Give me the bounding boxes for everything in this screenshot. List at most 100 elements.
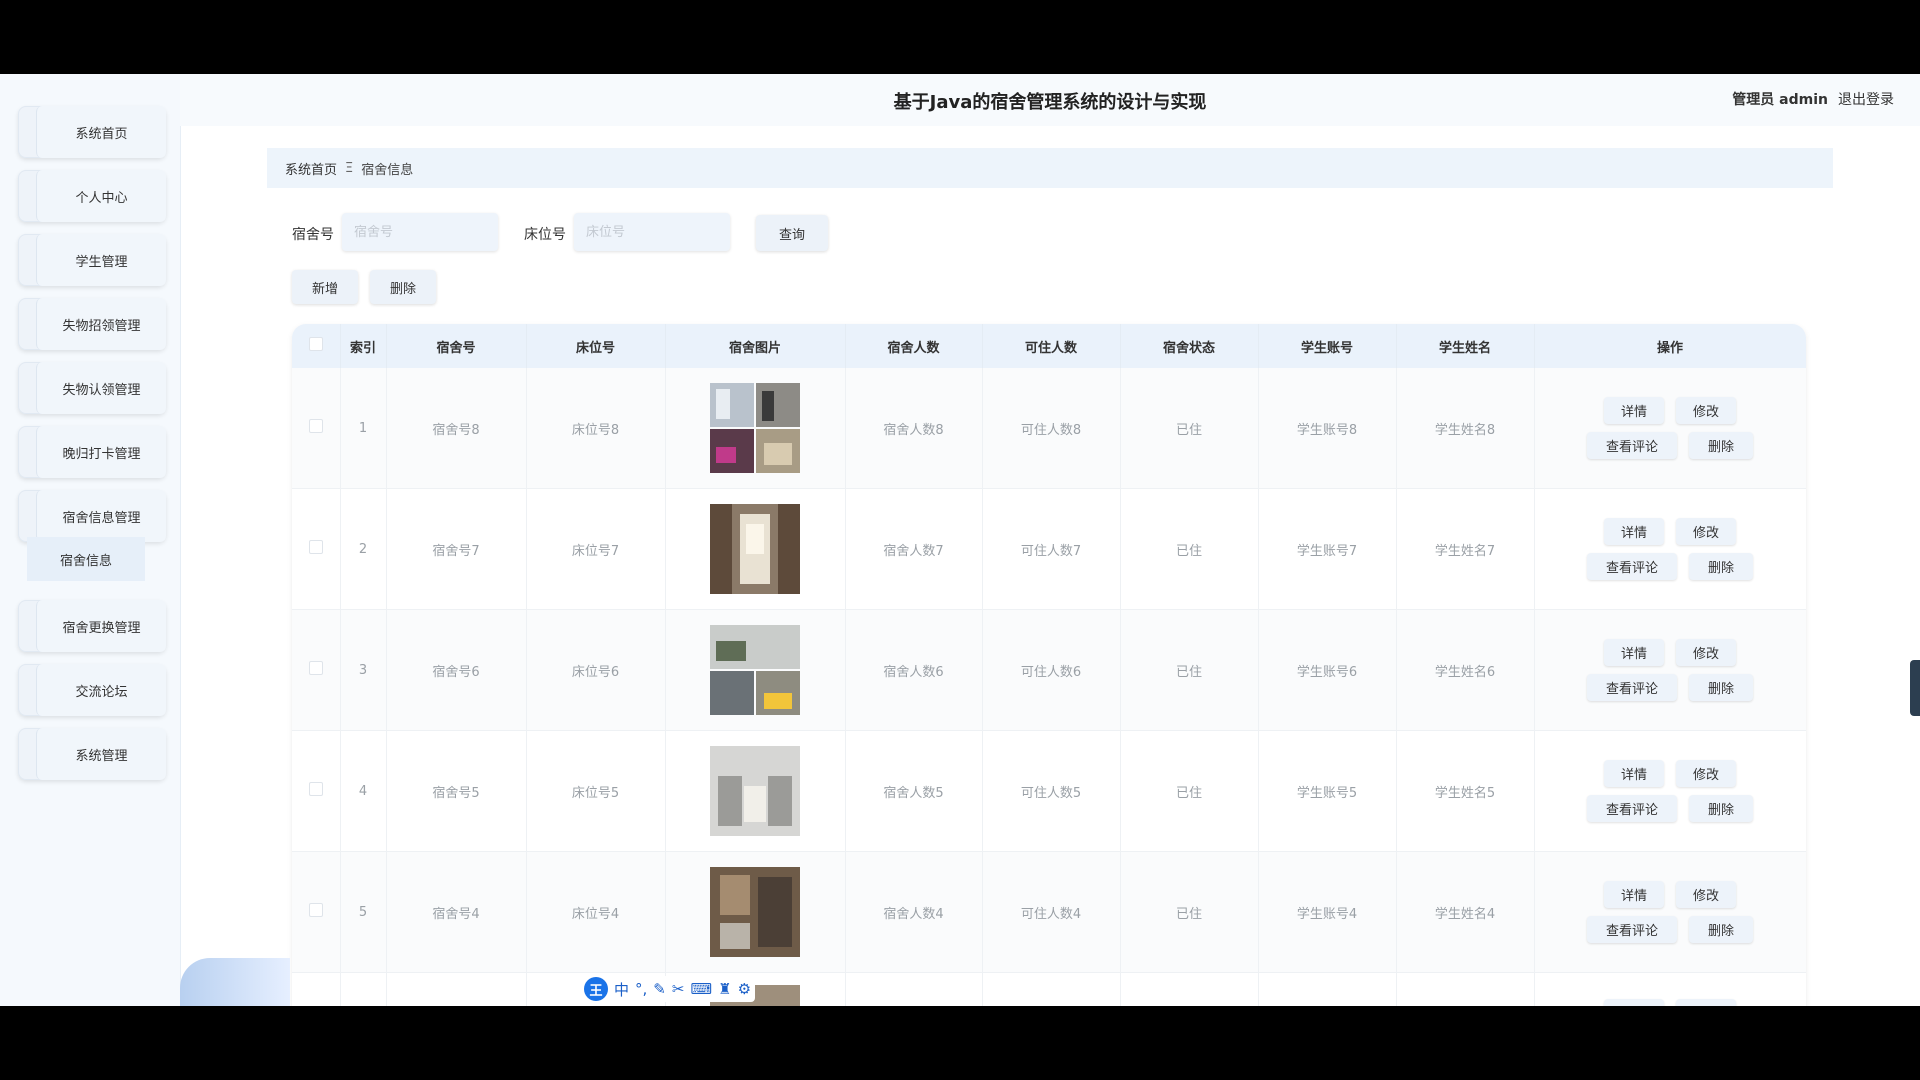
ime-logo-icon[interactable]: 王 — [584, 977, 608, 1001]
sidebar-item-label: 系统管理 — [36, 728, 166, 780]
detail-button[interactable]: 详情 — [1604, 518, 1664, 545]
dorm-photo[interactable] — [710, 746, 800, 836]
edit-button[interactable]: 修改 — [1676, 881, 1736, 908]
col-header: 宿舍状态 — [1120, 324, 1259, 368]
edit-button[interactable]: 修改 — [1676, 999, 1736, 1006]
view-comments-button[interactable]: 查看评论 — [1587, 795, 1677, 822]
edit-button[interactable]: 修改 — [1676, 639, 1736, 666]
table-row: 3 宿舍号6 床位号6 宿舍人数6 可住人数6 已住 学生账号6 学生姓名6 详… — [292, 609, 1806, 731]
row-select[interactable] — [292, 368, 341, 489]
cell-name: 学生姓名5 — [1396, 730, 1535, 852]
cell-count — [845, 972, 983, 1006]
sidebar-item-lost-found[interactable]: 失物招领管理 — [18, 298, 166, 350]
delete-button[interactable]: 删除 — [1689, 916, 1753, 943]
sidebar-item-label: 学生管理 — [36, 234, 166, 286]
dorm-no-input[interactable] — [342, 213, 498, 251]
sidebar-item-forum[interactable]: 交流论坛 — [18, 664, 166, 716]
detail-button[interactable]: 详情 — [1604, 999, 1664, 1006]
view-comments-button[interactable]: 查看评论 — [1587, 916, 1677, 943]
delete-button[interactable]: 删除 — [1689, 674, 1753, 701]
cell-ops: 详情 修改 查看评论 删除 — [1534, 488, 1806, 610]
cell-name: 学生姓名7 — [1396, 488, 1535, 610]
col-header: 学生姓名 — [1396, 324, 1535, 368]
view-comments-button[interactable]: 查看评论 — [1587, 553, 1677, 580]
sidebar-item-system[interactable]: 系统管理 — [18, 728, 166, 780]
sidebar-item-dorm-info-mgmt[interactable]: 宿舍信息管理 — [18, 490, 166, 542]
bed-no-input[interactable] — [574, 213, 730, 251]
ime-handwrite-icon[interactable]: ✎ — [653, 980, 666, 998]
view-comments-button[interactable]: 查看评论 — [1587, 432, 1677, 459]
delete-button[interactable]: 删除 — [1689, 795, 1753, 822]
detail-button[interactable]: 详情 — [1604, 760, 1664, 787]
cell-ops: 详情 修改 — [1534, 972, 1806, 1006]
dorm-photo[interactable] — [710, 504, 800, 594]
view-comments-button[interactable]: 查看评论 — [1587, 674, 1677, 701]
sidebar-item-lost-claim[interactable]: 失物认领管理 — [18, 362, 166, 414]
detail-button[interactable]: 详情 — [1604, 881, 1664, 908]
cell-count: 宿舍人数6 — [845, 609, 983, 731]
side-drawer-handle[interactable] — [1910, 660, 1920, 716]
sidebar-item-home[interactable]: 系统首页 — [18, 106, 166, 158]
cell-bed: 床位号4 — [526, 851, 666, 973]
edit-button[interactable]: 修改 — [1676, 397, 1736, 424]
row-checkbox[interactable] — [308, 419, 323, 433]
cell-name: 学生姓名4 — [1396, 851, 1535, 973]
ime-scissors-icon[interactable]: ✂ — [672, 980, 685, 998]
cell-dorm: 宿舍号4 — [386, 851, 527, 973]
edit-button[interactable]: 修改 — [1676, 760, 1736, 787]
cell-count: 宿舍人数5 — [845, 730, 983, 852]
row-select[interactable] — [292, 609, 341, 731]
select-all-checkbox[interactable] — [308, 337, 323, 351]
sidebar-item-label: 个人中心 — [36, 170, 166, 222]
dorm-photo[interactable] — [710, 383, 800, 473]
header-select-all[interactable] — [292, 324, 341, 368]
sidebar-item-late-checkin[interactable]: 晚归打卡管理 — [18, 426, 166, 478]
ime-keyboard-icon[interactable]: ⌨ — [690, 980, 712, 998]
cell-status: 已住 — [1120, 609, 1259, 731]
cell-dorm: 宿舍号5 — [386, 730, 527, 852]
col-header: 可住人数 — [982, 324, 1121, 368]
logout-link[interactable]: 退出登录 — [1838, 89, 1894, 109]
ime-punctuation-icon[interactable]: °, — [635, 980, 647, 998]
cell-count: 宿舍人数4 — [845, 851, 983, 973]
batch-delete-button[interactable]: 删除 — [370, 270, 436, 304]
submenu-dorm-info[interactable]: 宿舍信息 — [27, 537, 145, 581]
row-checkbox[interactable] — [308, 540, 323, 554]
row-checkbox[interactable] — [308, 782, 323, 796]
row-select[interactable] — [292, 851, 341, 973]
cell-account — [1258, 972, 1397, 1006]
ime-toolbar[interactable]: 王 中 °, ✎ ✂ ⌨ ♜ ⚙ — [580, 976, 756, 1002]
breadcrumb: 系统首页 Ξ 宿舍信息 — [267, 148, 1833, 188]
row-select[interactable] — [292, 972, 341, 1006]
ime-settings-icon[interactable]: ⚙ — [738, 980, 751, 998]
detail-button[interactable]: 详情 — [1604, 397, 1664, 424]
cell-capacity: 可住人数5 — [982, 730, 1121, 852]
delete-button[interactable]: 删除 — [1689, 553, 1753, 580]
row-checkbox[interactable] — [308, 903, 323, 917]
row-select[interactable] — [292, 730, 341, 852]
cell-capacity: 可住人数4 — [982, 851, 1121, 973]
col-header: 宿舍图片 — [665, 324, 846, 368]
cell-name: 学生姓名8 — [1396, 368, 1535, 489]
query-button[interactable]: 查询 — [756, 215, 828, 251]
delete-button[interactable]: 删除 — [1689, 432, 1753, 459]
sidebar-item-profile[interactable]: 个人中心 — [18, 170, 166, 222]
col-header: 索引 — [340, 324, 387, 368]
sidebar-item-students[interactable]: 学生管理 — [18, 234, 166, 286]
cell-status: 已住 — [1120, 851, 1259, 973]
sidebar-item-dorm-change[interactable]: 宿舍更换管理 — [18, 600, 166, 652]
detail-button[interactable]: 详情 — [1604, 639, 1664, 666]
row-select[interactable] — [292, 488, 341, 610]
row-checkbox[interactable] — [308, 661, 323, 675]
cell-account: 学生账号6 — [1258, 609, 1397, 731]
background-decoration — [180, 958, 290, 1006]
cell-image — [665, 368, 846, 489]
edit-button[interactable]: 修改 — [1676, 518, 1736, 545]
ime-language-icon[interactable]: 中 — [614, 979, 629, 1000]
dorm-photo[interactable] — [710, 867, 800, 957]
add-button[interactable]: 新增 — [292, 270, 358, 304]
bed-no-label: 床位号 — [524, 227, 566, 243]
ime-skin-icon[interactable]: ♜ — [718, 980, 731, 998]
breadcrumb-home[interactable]: 系统首页 — [285, 159, 337, 178]
dorm-photo[interactable] — [710, 625, 800, 715]
